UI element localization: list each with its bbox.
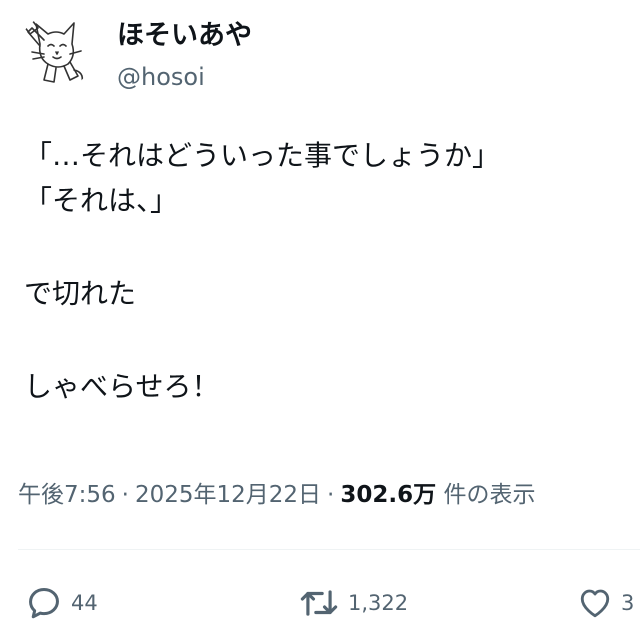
tweet-line: 「それは、」	[24, 184, 179, 217]
retweet-icon	[300, 590, 338, 616]
divider	[18, 549, 640, 550]
meta-separator: ·	[327, 482, 335, 508]
tweet-card: ほそいあや @hosoi 「…それはどういった事でしょうか」 「それは、」 で切…	[0, 0, 640, 640]
cat-avatar-illustration	[23, 19, 84, 83]
views-label[interactable]: 件の表示	[443, 482, 535, 508]
reply-icon	[29, 588, 59, 619]
retweet-button[interactable]: 1,322	[298, 583, 408, 623]
avatar[interactable]	[18, 14, 94, 90]
tweet-line: 「…それはどういった事でしょうか」	[24, 139, 501, 172]
reply-count: 44	[71, 591, 98, 615]
meta-separator: ·	[121, 482, 129, 508]
reply-button[interactable]: 44	[25, 583, 98, 623]
tweet-line: しゃべらせろ！	[24, 370, 220, 403]
like-button[interactable]: 3	[577, 583, 634, 623]
heart-icon	[580, 589, 610, 618]
tweet-time[interactable]: 午後7:56	[18, 482, 116, 508]
tweet-date[interactable]: 2025年12月22日	[135, 482, 321, 508]
tweet-text: 「…それはどういった事でしょうか」 「それは、」 で切れた しゃべらせろ！	[24, 133, 624, 409]
retweet-count: 1,322	[348, 591, 409, 615]
like-count: 3	[621, 591, 635, 615]
user-handle[interactable]: @hosoi	[117, 60, 205, 94]
display-name[interactable]: ほそいあや	[117, 18, 252, 54]
views-count[interactable]: 302.6万	[340, 482, 436, 508]
tweet-line: で切れた	[24, 277, 137, 310]
tweet-meta: 午後7:56 · 2025年12月22日 · 302.6万 件の表示	[18, 478, 535, 512]
